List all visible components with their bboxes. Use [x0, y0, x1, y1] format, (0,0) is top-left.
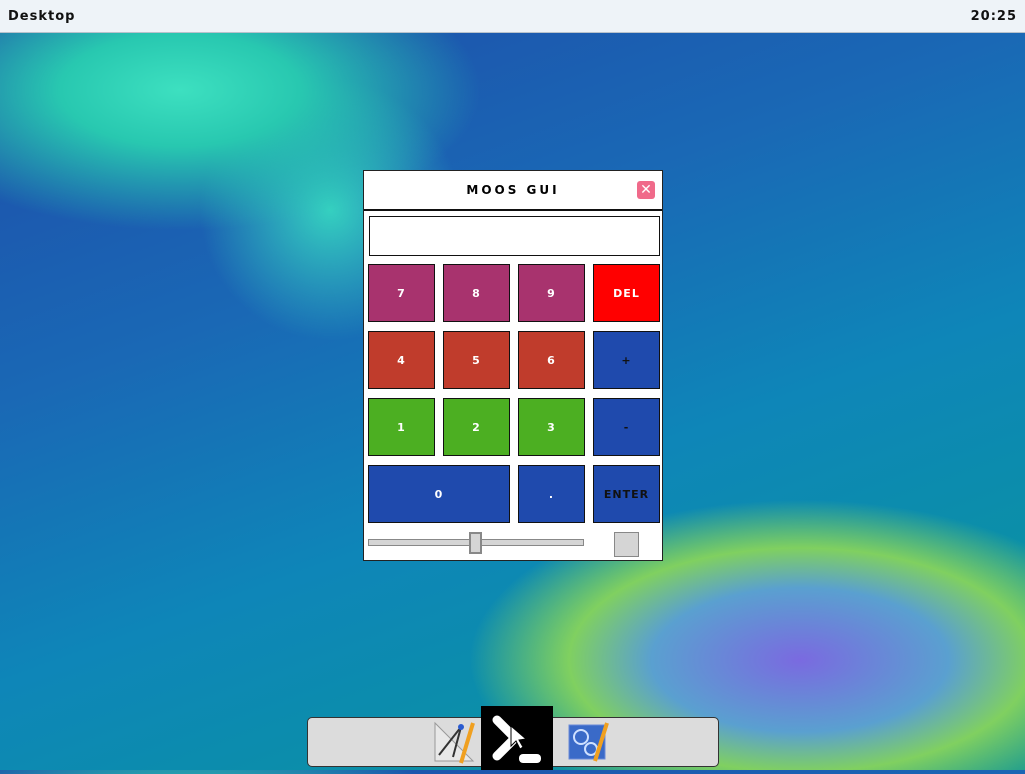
button-plus[interactable]: + [593, 331, 660, 389]
button-0[interactable]: 0 [368, 465, 510, 523]
button-5[interactable]: 5 [443, 331, 510, 389]
checkbox[interactable] [614, 532, 639, 557]
button-6[interactable]: 6 [518, 331, 585, 389]
slider-thumb[interactable] [469, 532, 482, 554]
close-icon[interactable]: ✕ [637, 181, 655, 199]
button-7[interactable]: 7 [368, 264, 435, 322]
moos-gui-window: MOOS GUI ✕ 7 8 9 DEL 4 5 6 +1 2 3- 0. ENTER [363, 170, 663, 561]
clock: 20:25 [970, 8, 1017, 24]
button-minus[interactable]: - [593, 398, 660, 456]
top-bar: Desktop 20:25 [0, 0, 1025, 33]
drafting-tools-icon[interactable] [420, 718, 488, 766]
desktop-label: Desktop [8, 8, 76, 24]
button-dot[interactable]: . [518, 465, 585, 523]
settings-blueprint-icon[interactable] [554, 718, 622, 766]
button-2[interactable]: 2 [443, 398, 510, 456]
terminal-icon[interactable] [481, 706, 553, 770]
calculator-display[interactable] [369, 216, 660, 256]
button-9[interactable]: 9 [518, 264, 585, 322]
window-title: MOOS GUI [364, 171, 662, 211]
button-del[interactable]: DEL [593, 264, 660, 322]
button-8[interactable]: 8 [443, 264, 510, 322]
button-enter[interactable]: ENTER [593, 465, 660, 523]
button-4[interactable]: 4 [368, 331, 435, 389]
button-1[interactable]: 1 [368, 398, 435, 456]
button-3[interactable]: 3 [518, 398, 585, 456]
